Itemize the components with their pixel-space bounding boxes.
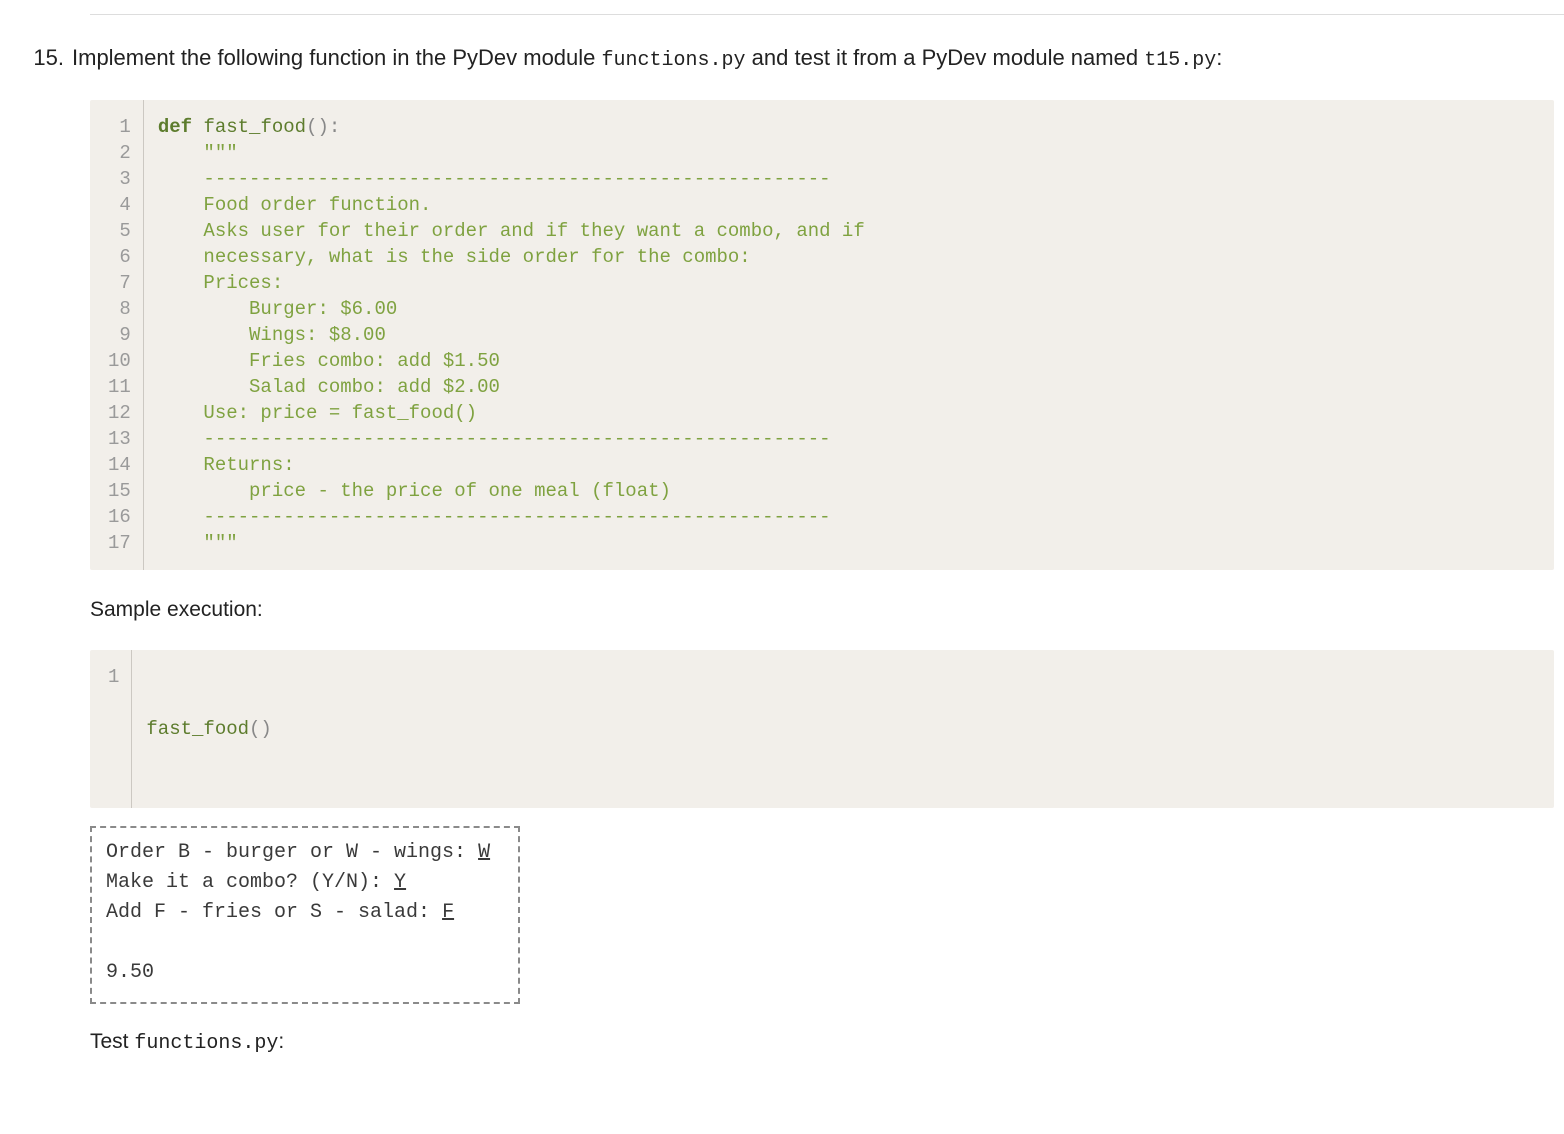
- question-number: 15.: [10, 45, 72, 71]
- out-text: Make it a combo? (Y/N):: [106, 871, 394, 894]
- content: 1234567891011121314151617 def fast_food(…: [90, 100, 1554, 1055]
- line-number: 12: [90, 400, 143, 426]
- code-line: ----------------------------------------…: [158, 166, 1554, 192]
- q-mid: and test it from a PyDev module named: [746, 45, 1145, 70]
- sample-execution-label: Sample execution:: [90, 598, 1554, 622]
- line-number: 4: [90, 192, 143, 218]
- code-line: Use: price = fast_food(): [158, 400, 1554, 426]
- top-divider: [90, 14, 1564, 15]
- code-line: price - the price of one meal (float): [158, 478, 1554, 504]
- q-file1: functions.py: [602, 49, 746, 72]
- code-line: """: [158, 140, 1554, 166]
- user-input: F: [442, 901, 454, 924]
- code-line: Food order function.: [158, 192, 1554, 218]
- line-number: 2: [90, 140, 143, 166]
- line-number: 14: [90, 452, 143, 478]
- q-file2: t15.py: [1144, 49, 1216, 72]
- output-line-3: Add F - fries or S - salad: F: [106, 898, 504, 928]
- q-suffix: :: [1216, 45, 1222, 70]
- code-line: Fries combo: add $1.50: [158, 348, 1554, 374]
- line-number: 7: [90, 270, 143, 296]
- line-number: 9: [90, 322, 143, 348]
- code-line: necessary, what is the side order for th…: [158, 244, 1554, 270]
- output-line-1: Order B - burger or W - wings: W: [106, 838, 504, 868]
- code-block-1: 1234567891011121314151617 def fast_food(…: [90, 100, 1554, 570]
- output-line-5: 9.50: [106, 958, 504, 988]
- line-number: 10: [90, 348, 143, 374]
- user-input: W: [478, 841, 490, 864]
- page: 15. Implement the following function in …: [0, 14, 1564, 1134]
- code-area-2: fast_food(): [132, 650, 1554, 808]
- line-number: 6: [90, 244, 143, 270]
- out-text: Order B - burger or W - wings:: [106, 841, 478, 864]
- test-label: Test functions.py:: [90, 1030, 1554, 1055]
- question-text: Implement the following function in the …: [72, 45, 1222, 72]
- line-number: 5: [90, 218, 143, 244]
- code-line: def fast_food():: [158, 114, 1554, 140]
- test-label-b: :: [278, 1030, 284, 1053]
- code-line: ----------------------------------------…: [158, 426, 1554, 452]
- out-text: Add F - fries or S - salad:: [106, 901, 442, 924]
- line-number: 15: [90, 478, 143, 504]
- line-gutter-1: 1234567891011121314151617: [90, 100, 144, 570]
- code-block-2: 1 fast_food(): [90, 650, 1554, 808]
- line-number: 1: [90, 664, 131, 690]
- code-line: Wings: $8.00: [158, 322, 1554, 348]
- line-number: 11: [90, 374, 143, 400]
- line-number: 8: [90, 296, 143, 322]
- line-number: 1: [90, 114, 143, 140]
- user-input: Y: [394, 871, 406, 894]
- question-row: 15. Implement the following function in …: [10, 45, 1564, 72]
- code-line: ----------------------------------------…: [158, 504, 1554, 530]
- code-line: Burger: $6.00: [158, 296, 1554, 322]
- code-line: Salad combo: add $2.00: [158, 374, 1554, 400]
- code-line: Asks user for their order and if they wa…: [158, 218, 1554, 244]
- code-line: Prices:: [158, 270, 1554, 296]
- q-prefix: Implement the following function in the …: [72, 45, 602, 70]
- line-number: 16: [90, 504, 143, 530]
- code-line: """: [158, 530, 1554, 556]
- line-number: 17: [90, 530, 143, 556]
- test-label-file: functions.py: [134, 1032, 278, 1055]
- output-blank: [106, 928, 504, 958]
- output-line-2: Make it a combo? (Y/N): Y: [106, 868, 504, 898]
- sample-output: Order B - burger or W - wings: W Make it…: [90, 826, 520, 1004]
- code-line: fast_food(): [146, 716, 1554, 742]
- code-area-1: def fast_food(): """ -------------------…: [144, 100, 1554, 570]
- line-number: 3: [90, 166, 143, 192]
- line-number: 13: [90, 426, 143, 452]
- test-label-a: Test: [90, 1030, 134, 1053]
- code-fn: fast_food: [146, 718, 249, 740]
- code-line: Returns:: [158, 452, 1554, 478]
- line-gutter-2: 1: [90, 650, 132, 808]
- code-paren: (): [249, 718, 272, 740]
